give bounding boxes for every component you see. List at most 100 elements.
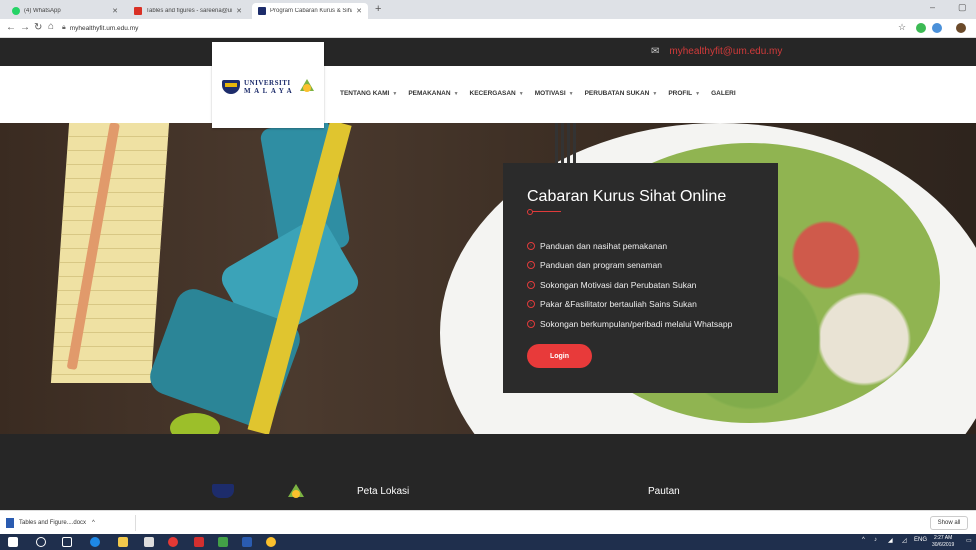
url-text: myhealthyfit.um.edu.my [69, 24, 139, 32]
chevron-right-icon: › [527, 241, 535, 250]
windows-taskbar: ^ ♪ ◢ ◿ ENG 2:27 AM 30/6/2019 ▭ [0, 534, 976, 550]
menu-label: PROFIL [668, 90, 693, 97]
tab-whatsapp[interactable]: (4) WhatsApp ✕ [6, 3, 124, 19]
address-bar: ← → ↻ ⌂ 🔒︎ myhealthyfit.um.edu.my ☆ [0, 19, 976, 38]
language-indicator[interactable]: ENG [914, 537, 927, 543]
whatsapp-icon [12, 7, 20, 15]
minimize-icon[interactable]: – [930, 2, 935, 12]
tab-gmail[interactable]: Tables and figures - sareena@um ✕ [128, 3, 248, 19]
feature-text: Sokongan berkumpulan/peribadi melalui Wh… [540, 318, 733, 329]
feature-text: Pakar &Fasilitator bertauliah Sains Suka… [540, 299, 697, 310]
browser-tab-strip: (4) WhatsApp ✕ Tables and figures - sare… [0, 0, 976, 19]
chevron-down-icon: ▼ [392, 90, 398, 97]
download-bar: Tables and Figure....docx ^ Show all [0, 510, 976, 534]
word-doc-icon [6, 518, 14, 528]
hero-apple-image [170, 413, 220, 434]
logo-line2: MALAYA [244, 87, 296, 95]
email-text[interactable]: myhealthyfit@um.edu.my [669, 46, 782, 57]
login-button[interactable]: Login [527, 344, 592, 368]
menu-kecergasan[interactable]: KECERGASAN ▼ [470, 90, 524, 97]
forward-icon[interactable]: → [20, 22, 30, 33]
tab-label: Program Cabaran Kurus & Sihat [270, 8, 353, 14]
menu-motivasi[interactable]: MOTIVASI ▼ [535, 90, 574, 97]
menu-galeri[interactable]: GALERI [711, 90, 736, 97]
tray-chevron-icon[interactable]: ^ [862, 537, 865, 543]
download-filename: Tables and Figure....docx [19, 520, 87, 526]
list-item: › Panduan dan program senaman [527, 256, 732, 276]
app-icon[interactable] [218, 537, 228, 547]
list-item: › Sokongan Motivasi dan Perubatan Sukan [527, 275, 732, 295]
task-view-icon[interactable] [62, 537, 72, 547]
hero-banner: Cabaran Kurus Sihat Online › Panduan dan … [0, 123, 976, 434]
notifications-icon[interactable]: ▭ [966, 537, 972, 544]
reload-icon[interactable]: ↻ [34, 22, 42, 33]
close-icon[interactable]: ✕ [236, 7, 242, 15]
menu-label: GALERI [711, 90, 736, 97]
mail-icon: ✉ [651, 46, 660, 57]
chevron-up-icon[interactable]: ^ [92, 520, 95, 526]
list-item: › Panduan dan nasihat pemakanan [527, 236, 732, 256]
promo-card: Cabaran Kurus Sihat Online › Panduan dan … [503, 163, 778, 393]
search-icon[interactable] [36, 537, 46, 547]
menu-pemakanan[interactable]: PEMAKANAN ▼ [408, 90, 458, 97]
site-footer: Peta Lokasi Pautan [0, 434, 976, 510]
edge-icon[interactable] [90, 537, 100, 547]
list-item: › Pakar &Fasilitator bertauliah Sains Suk… [527, 295, 732, 315]
menu-tentang-kami[interactable]: TENTANG KAMI ▼ [340, 90, 397, 97]
wifi-icon[interactable]: ◿ [902, 537, 907, 544]
chevron-right-icon: › [527, 300, 535, 309]
footer-heading-location: Peta Lokasi [357, 486, 410, 497]
site-logo[interactable]: UNIVERSITI MALAYA [212, 42, 324, 128]
top-contact-strip: ✉ myhealthyfit@um.edu.my [0, 38, 976, 66]
tab-label: Tables and figures - sareena@um [146, 8, 233, 14]
menu-label: KECERGASAN [469, 90, 516, 97]
word-icon[interactable] [242, 537, 252, 547]
bookmark-star-icon[interactable]: ☆ [898, 22, 906, 33]
feature-text: Panduan dan nasihat pemakanan [540, 240, 668, 251]
file-explorer-icon[interactable] [118, 537, 128, 547]
url-input[interactable]: 🔒︎ myhealthyfit.um.edu.my [62, 21, 902, 35]
store-icon[interactable] [144, 537, 154, 547]
footer-sports-badge-icon [288, 484, 304, 498]
title-divider [527, 209, 561, 215]
menu-label: PEMAKANAN [408, 90, 451, 97]
clock-time: 2:27 AM [933, 535, 953, 541]
new-tab-button[interactable]: + [375, 3, 381, 15]
extension-icon[interactable] [916, 23, 926, 33]
feature-text: Sokongan Motivasi dan Perubatan Sukan [540, 279, 697, 290]
menu-label: MOTIVASI [534, 90, 566, 97]
contact-email[interactable]: ✉ myhealthyfit@um.edu.my [651, 46, 782, 57]
profile-avatar[interactable] [956, 23, 966, 33]
download-item[interactable]: Tables and Figure....docx ^ [6, 515, 136, 531]
chevron-down-icon: ▼ [453, 90, 459, 97]
chevron-down-icon: ▼ [652, 90, 658, 97]
show-all-button[interactable]: Show all [930, 516, 968, 530]
taskbar-clock[interactable]: 2:27 AM 30/6/2019 [932, 535, 954, 549]
gmail-icon [134, 7, 142, 15]
chevron-right-icon: › [527, 280, 535, 289]
um-crest-icon [222, 80, 240, 94]
chrome-icon[interactable] [266, 537, 276, 547]
menu-profil[interactable]: PROFIL ▼ [668, 90, 700, 97]
home-icon[interactable]: ⌂ [48, 21, 54, 32]
menu-label: TENTANG KAMI [340, 90, 390, 97]
windows-start-icon[interactable] [8, 537, 18, 547]
pdf-reader-icon[interactable] [194, 537, 204, 547]
chevron-down-icon: ▼ [568, 90, 574, 97]
chrome-icon[interactable] [168, 537, 178, 547]
restore-icon[interactable]: ▢ [958, 2, 967, 13]
menu-perubatan-sukan[interactable]: PERUBATAN SUKAN ▼ [585, 90, 658, 97]
volume-icon[interactable]: ♪ [874, 537, 877, 543]
footer-heading-links: Pautan [648, 486, 680, 497]
website: ✉ myhealthyfit@um.edu.my UNIVERSITI MALA… [0, 38, 976, 510]
tab-program-cabaran[interactable]: Program Cabaran Kurus & Sihat ✕ [252, 3, 368, 19]
chevron-right-icon: › [527, 261, 535, 270]
close-icon[interactable]: ✕ [112, 7, 118, 15]
clock-date: 30/6/2019 [932, 542, 955, 548]
network-icon[interactable]: ◢ [888, 537, 893, 544]
feature-text: Panduan dan program senaman [540, 260, 662, 271]
back-icon[interactable]: ← [6, 22, 16, 33]
promo-title: Cabaran Kurus Sihat Online [527, 188, 727, 205]
close-icon[interactable]: ✕ [356, 7, 362, 15]
extension-icon[interactable] [932, 23, 942, 33]
